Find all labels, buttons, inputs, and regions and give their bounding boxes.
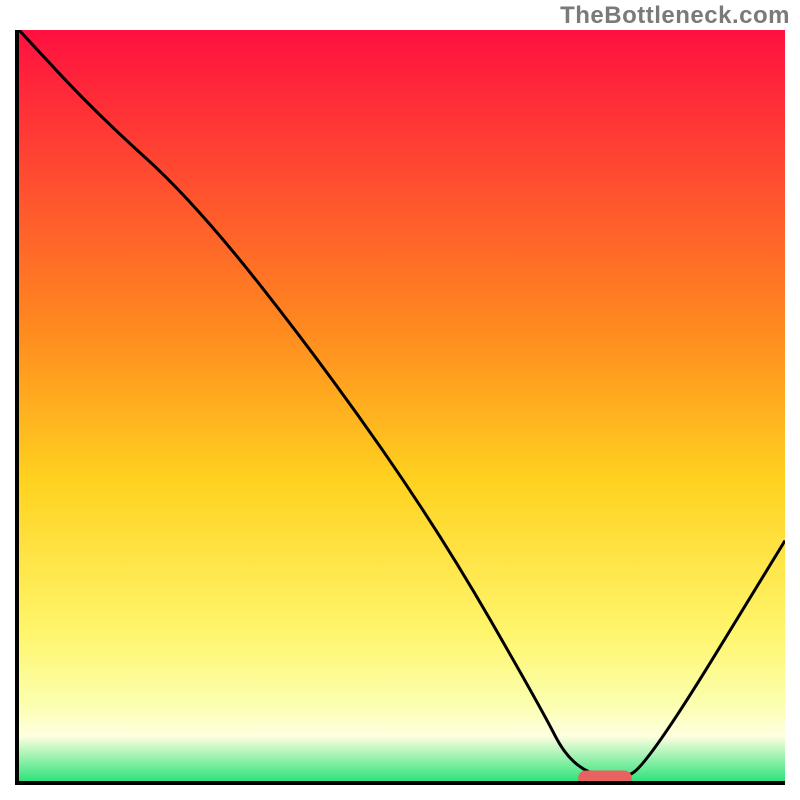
plot-area	[19, 30, 785, 781]
watermark-text: TheBottleneck.com	[560, 2, 790, 30]
optimal-range-marker	[19, 30, 785, 781]
